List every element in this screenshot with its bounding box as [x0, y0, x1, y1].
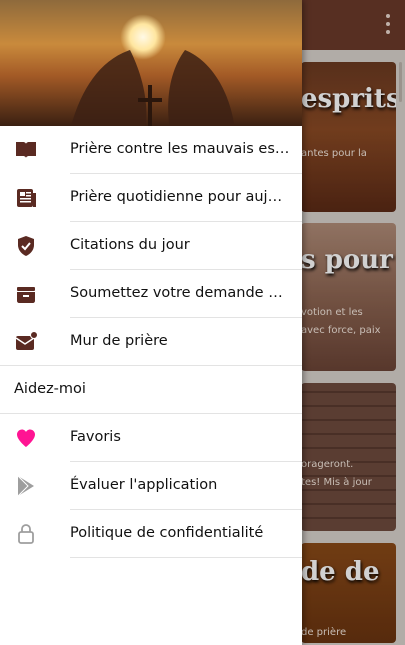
newspaper-icon — [14, 186, 38, 210]
book-icon — [14, 138, 38, 162]
play-store-icon — [14, 474, 38, 498]
drawer-item-label: Politique de confidentialité — [70, 525, 264, 541]
drawer-item-submit-request[interactable]: Soumettez votre demande de prière — [0, 270, 302, 317]
mail-badge-icon — [14, 330, 38, 354]
divider — [70, 557, 302, 558]
drawer-item-label: Évaluer l'application — [70, 477, 218, 493]
drawer-item-label: Citations du jour — [70, 237, 190, 253]
drawer-item-privacy-policy[interactable]: Politique de confidentialité — [0, 510, 302, 557]
drawer-item-label: Prière contre les mauvais esprits — [70, 141, 290, 157]
drawer-item-quotes[interactable]: Citations du jour — [0, 222, 302, 269]
drawer-item-prayer-wall[interactable]: Mur de prière — [0, 318, 302, 365]
drawer-item-label: Mur de prière — [70, 333, 168, 349]
drawer-header-image — [0, 0, 302, 126]
lock-icon — [14, 522, 38, 546]
heart-icon — [14, 426, 38, 450]
navigation-drawer: Prière contre les mauvais esprits Prière… — [0, 0, 302, 645]
drawer-scrim[interactable] — [302, 0, 405, 645]
drawer-item-label: Favoris — [70, 429, 121, 445]
drawer-item-label: Prière quotidienne pour aujourd'hui — [70, 189, 290, 205]
drawer-item-daily-prayer[interactable]: Prière quotidienne pour aujourd'hui — [0, 174, 302, 221]
help-section-header: Aidez-moi — [14, 381, 86, 397]
drawer-item-prayer-evil-spirits[interactable]: Prière contre les mauvais esprits — [0, 126, 302, 173]
drawer-item-rate-app[interactable]: Évaluer l'application — [0, 462, 302, 509]
drawer-item-favorites[interactable]: Favoris — [0, 414, 302, 461]
drawer-item-label: Soumettez votre demande de prière — [70, 285, 290, 301]
praying-hands-icon — [71, 50, 235, 126]
inbox-icon — [14, 282, 38, 306]
shield-check-icon — [14, 234, 38, 258]
